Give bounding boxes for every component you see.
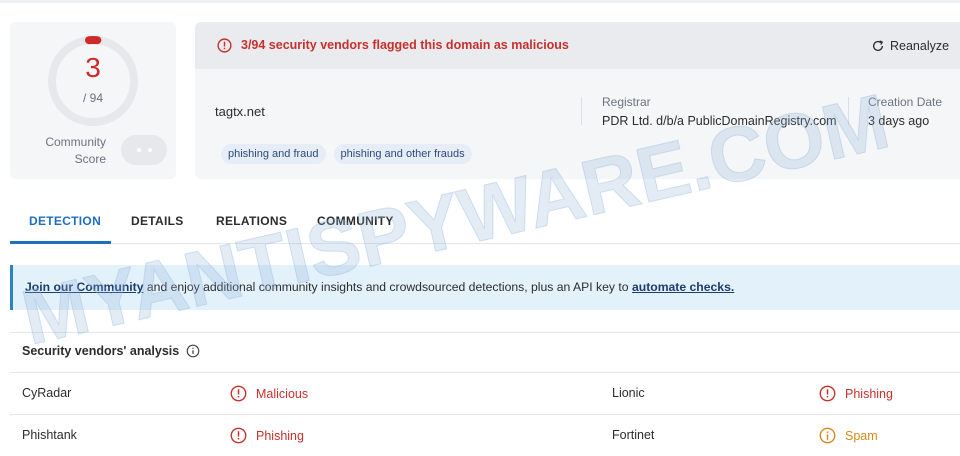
- alert-circle-icon: [217, 38, 232, 53]
- tag-chip[interactable]: phishing and fraud: [221, 144, 326, 164]
- score-value: 3: [85, 52, 101, 83]
- verdict-label: Malicious: [256, 386, 309, 401]
- community-score-toggle[interactable]: [121, 135, 167, 165]
- verdict-label: Spam: [845, 428, 878, 443]
- toggle-dot: [148, 148, 152, 152]
- vendors-title-text: Security vendors' analysis: [22, 344, 180, 358]
- vendor-verdict: Malicious: [230, 385, 308, 402]
- vendors-header: Security vendors' analysis: [10, 332, 960, 370]
- table-row: Phishtank Phishing Fortinet Spam: [10, 414, 960, 456]
- verdict-label: Phishing: [256, 428, 304, 443]
- vendor-name: Fortinet: [612, 428, 655, 442]
- tab-community[interactable]: COMMUNITY: [317, 208, 394, 244]
- automate-checks-link[interactable]: automate checks.: [632, 280, 734, 294]
- alert-circle-icon: [230, 427, 247, 444]
- alert-circle-icon: [230, 385, 247, 402]
- tab-details[interactable]: DETAILS: [131, 208, 184, 244]
- creation-date-label: Creation Date: [868, 95, 943, 109]
- tab-relations[interactable]: RELATIONS: [216, 208, 287, 244]
- registrar-label: Registrar: [602, 95, 651, 109]
- banner-body: and enjoy additional community insights …: [143, 280, 632, 294]
- info-circle-icon: [819, 427, 836, 444]
- top-divider: [0, 0, 960, 3]
- tag-list: phishing and fraud phishing and other fr…: [221, 144, 472, 164]
- vendor-verdict: Phishing: [230, 427, 304, 444]
- detection-score-card: 3 / 94 Community Score: [10, 22, 176, 179]
- domain-info-card: 3/94 security vendors flagged this domai…: [195, 22, 960, 179]
- domain-name: tagtx.net: [215, 104, 265, 119]
- reanalyze-label: Reanalyze: [890, 39, 950, 53]
- info-icon[interactable]: [186, 344, 200, 358]
- vendor-verdict: Spam: [819, 427, 878, 444]
- community-banner: Join our Community and enjoy additional …: [10, 265, 960, 310]
- verdict-label: Phishing: [845, 386, 893, 401]
- community-score-label-line2: Score: [74, 152, 106, 166]
- alert-circle-icon: [819, 385, 836, 402]
- join-community-link[interactable]: Join our Community: [25, 280, 144, 294]
- community-score-label-line1: Community: [45, 135, 106, 149]
- divider: [581, 97, 582, 125]
- vendor-name: Lionic: [612, 386, 645, 400]
- vendors-title: Security vendors' analysis: [22, 344, 200, 358]
- alert-message: 3/94 security vendors flagged this domai…: [241, 38, 569, 52]
- score-total: / 94: [82, 91, 103, 105]
- reanalyze-button[interactable]: Reanalyze: [871, 36, 949, 56]
- community-score-label: Community Score: [32, 134, 106, 168]
- vendor-name: Phishtank: [22, 428, 77, 442]
- active-tab-indicator: [10, 241, 111, 244]
- banner-text: Join our Community and enjoy additional …: [25, 280, 734, 294]
- creation-date-value: 3 days ago: [868, 114, 930, 128]
- toggle-dot: [137, 148, 141, 152]
- refresh-icon: [872, 40, 884, 51]
- registrar-value: PDR Ltd. d/b/a PublicDomainRegistry.com: [602, 114, 837, 128]
- table-row: CyRadar Malicious Lionic Phishing: [10, 372, 960, 414]
- tab-detection[interactable]: DETECTION: [29, 208, 101, 244]
- vendor-verdict: Phishing: [819, 385, 893, 402]
- alert-bar: 3/94 security vendors flagged this domai…: [195, 22, 960, 69]
- tag-chip[interactable]: phishing and other frauds: [333, 144, 472, 164]
- vendor-name: CyRadar: [22, 386, 72, 400]
- divider: [848, 97, 849, 125]
- tab-bar: DETECTION DETAILS RELATIONS COMMUNITY: [10, 208, 960, 244]
